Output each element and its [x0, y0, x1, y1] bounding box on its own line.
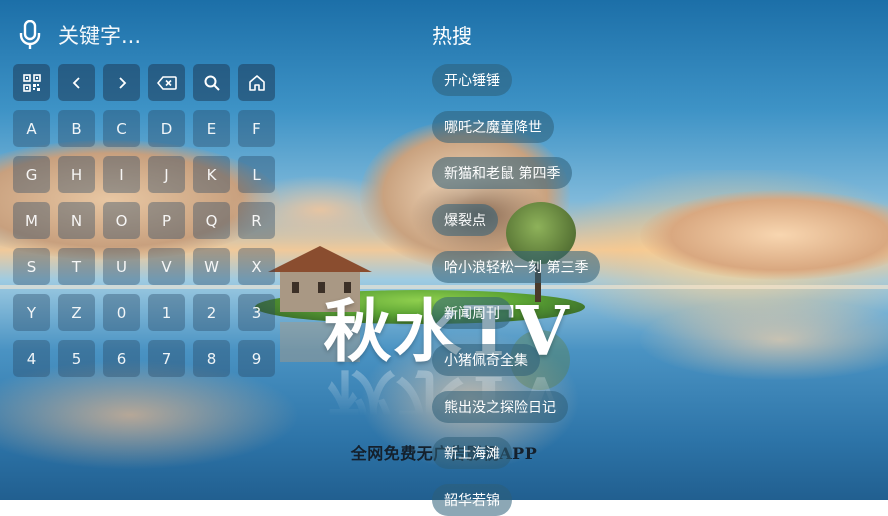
keyboard-row: S T U V W X — [13, 248, 279, 285]
key[interactable]: 2 — [193, 294, 230, 331]
key[interactable]: D — [148, 110, 185, 147]
hot-search-item[interactable]: 新闻周刊 — [432, 297, 512, 329]
qr-code-icon — [22, 73, 41, 92]
key[interactable]: X — [238, 248, 275, 285]
key[interactable]: A — [13, 110, 50, 147]
key[interactable]: 9 — [238, 340, 275, 377]
key[interactable]: V — [148, 248, 185, 285]
key[interactable]: L — [238, 156, 275, 193]
chevron-left-icon — [72, 76, 80, 89]
key[interactable]: 4 — [13, 340, 50, 377]
key[interactable]: S — [13, 248, 50, 285]
keyboard-row: M N O P Q R — [13, 202, 279, 239]
key[interactable]: P — [148, 202, 185, 239]
key[interactable]: 5 — [58, 340, 95, 377]
keyboard-function-row — [13, 64, 279, 101]
home-icon — [248, 74, 265, 91]
search-input[interactable]: 关键字... — [58, 20, 141, 50]
key[interactable]: E — [193, 110, 230, 147]
key[interactable]: N — [58, 202, 95, 239]
hot-search-item[interactable]: 开心锤锤 — [432, 64, 512, 96]
home-key[interactable] — [238, 64, 275, 101]
hot-search-item[interactable]: 哈小浪轻松一刻 第三季 — [432, 251, 601, 283]
key[interactable]: C — [103, 110, 140, 147]
keyboard-row: A B C D E F — [13, 110, 279, 147]
key[interactable]: 6 — [103, 340, 140, 377]
key[interactable]: Q — [193, 202, 230, 239]
key[interactable]: Z — [58, 294, 95, 331]
key[interactable]: 3 — [238, 294, 275, 331]
next-key[interactable] — [103, 64, 140, 101]
key[interactable]: R — [238, 202, 275, 239]
key[interactable]: G — [13, 156, 50, 193]
key[interactable]: 0 — [103, 294, 140, 331]
key[interactable]: F — [238, 110, 275, 147]
backspace-key[interactable] — [148, 64, 185, 101]
key[interactable]: 8 — [193, 340, 230, 377]
key[interactable]: M — [13, 202, 50, 239]
backspace-icon — [156, 75, 177, 90]
hot-search-item[interactable]: 熊出没之探险日记 — [432, 391, 568, 423]
hot-search-item[interactable]: 爆裂点 — [432, 204, 498, 236]
hot-search-item[interactable]: 小猪佩奇全集 — [432, 344, 540, 376]
house-window — [292, 282, 299, 293]
cloud-reflection — [640, 300, 888, 380]
on-screen-keyboard: A B C D E F G H I J K L M N O P Q R S T … — [13, 64, 279, 386]
house-roof — [268, 246, 372, 272]
search-bar[interactable]: 关键字... — [16, 18, 141, 52]
hot-search-item[interactable]: 新上海滩 — [432, 437, 512, 469]
previous-key[interactable] — [58, 64, 95, 101]
hot-search-item[interactable]: 哪吒之魔童降世 — [432, 111, 554, 143]
key[interactable]: I — [103, 156, 140, 193]
search-key[interactable] — [193, 64, 230, 101]
key[interactable]: O — [103, 202, 140, 239]
chevron-right-icon — [118, 76, 126, 89]
keyboard-row: G H I J K L — [13, 156, 279, 193]
key[interactable]: J — [148, 156, 185, 193]
key[interactable]: H — [58, 156, 95, 193]
key[interactable]: 1 — [148, 294, 185, 331]
key[interactable]: W — [193, 248, 230, 285]
key[interactable]: K — [193, 156, 230, 193]
key[interactable]: T — [58, 248, 95, 285]
keyboard-row: 4 5 6 7 8 9 — [13, 340, 279, 377]
key[interactable]: B — [58, 110, 95, 147]
microphone-icon[interactable] — [16, 18, 44, 52]
hot-search-item[interactable]: 韶华若锦 — [432, 484, 512, 516]
key[interactable]: U — [103, 248, 140, 285]
qr-code-key[interactable] — [13, 64, 50, 101]
key[interactable]: 7 — [148, 340, 185, 377]
hot-search-title: 热搜 — [432, 24, 472, 48]
key[interactable]: Y — [13, 294, 50, 331]
keyboard-row: Y Z 0 1 2 3 — [13, 294, 279, 331]
search-icon — [204, 75, 220, 91]
hot-search-item[interactable]: 新猫和老鼠 第四季 — [432, 157, 573, 189]
